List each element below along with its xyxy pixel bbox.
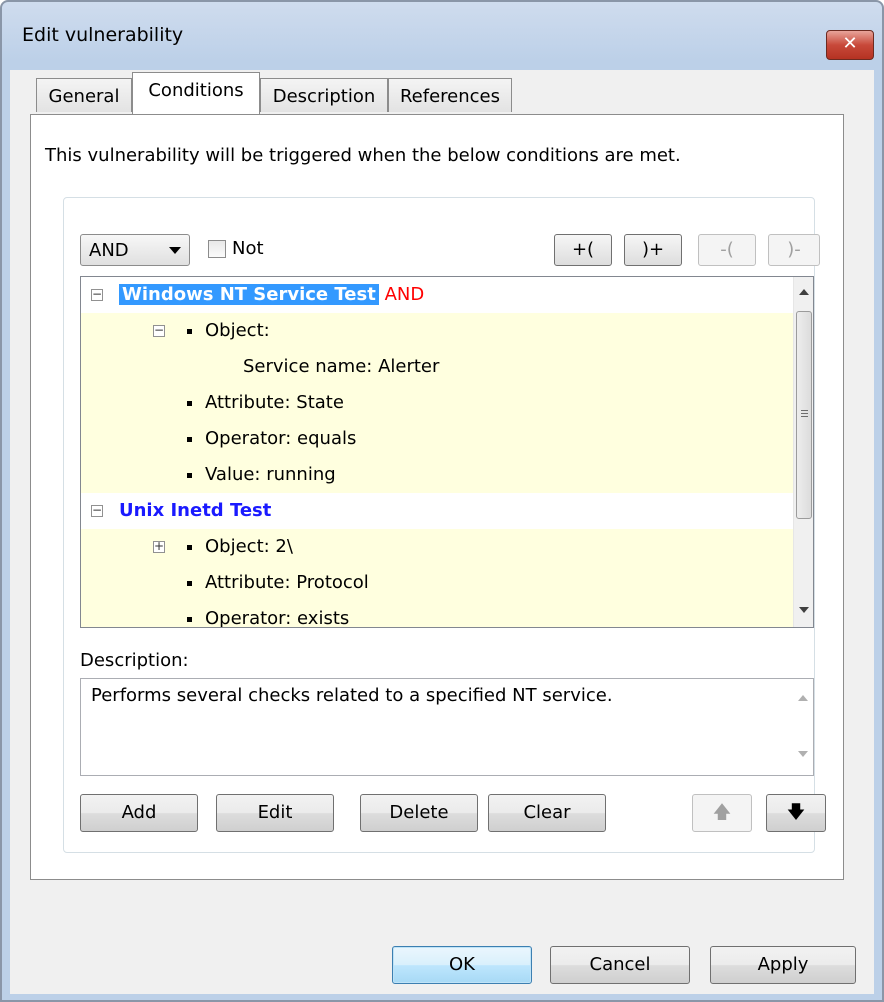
collapse-icon[interactable]: − — [153, 324, 165, 337]
tab-conditions[interactable]: Conditions — [132, 72, 260, 114]
scroll-up-icon[interactable] — [798, 695, 808, 701]
add-button[interactable]: Add — [80, 794, 198, 832]
collapse-icon[interactable]: − — [91, 504, 103, 517]
operator-combo-value: AND — [89, 240, 129, 261]
tree-group-row[interactable]: − Unix Inetd Test — [81, 493, 793, 529]
expand-icon[interactable]: + — [153, 540, 165, 553]
collapse-icon[interactable]: − — [91, 288, 103, 301]
remove-close-paren-button[interactable]: )- — [768, 234, 820, 266]
move-up-button[interactable]: 🡅 — [692, 794, 752, 832]
arrow-down-icon: 🡇 — [786, 802, 806, 823]
scroll-down-icon[interactable] — [798, 751, 808, 757]
tree-row[interactable]: Attribute: State — [81, 385, 793, 421]
tree-row[interactable]: Operator: exists — [81, 601, 793, 628]
scrollbar-thumb[interactable] — [796, 311, 812, 519]
edit-vulnerability-window: Edit vulnerability ✕ General Conditions … — [0, 0, 884, 1002]
tree-row[interactable]: Attribute: Protocol — [81, 565, 793, 601]
ok-button[interactable]: OK — [392, 946, 532, 984]
move-down-button[interactable]: 🡇 — [766, 794, 826, 832]
tree-row[interactable]: Service name: Alerter — [81, 349, 793, 385]
clear-button[interactable]: Clear — [488, 794, 606, 832]
tree-row[interactable]: Operator: equals — [81, 421, 793, 457]
tree-item-label: Value: running — [205, 464, 336, 485]
tree-item-label: Operator: equals — [205, 428, 357, 449]
tree-item-label: Object: — [205, 320, 270, 341]
description-label: Description: — [80, 650, 189, 671]
bullet-icon — [187, 329, 192, 334]
close-button[interactable]: ✕ — [826, 30, 874, 60]
conditions-panel: This vulnerability will be triggered whe… — [30, 114, 844, 880]
group-joiner: AND — [384, 284, 425, 305]
cancel-button[interactable]: Cancel — [550, 946, 690, 984]
conditions-tree[interactable]: − Windows NT Service Test AND − Object: … — [80, 276, 814, 628]
apply-button[interactable]: Apply — [710, 946, 856, 984]
tree-row[interactable]: + Object: 2\ — [81, 529, 793, 565]
intro-text: This vulnerability will be triggered whe… — [45, 145, 681, 166]
bullet-icon — [187, 473, 192, 478]
group-title: Unix Inetd Test — [119, 500, 272, 521]
tree-item-label: Service name: Alerter — [243, 356, 440, 377]
bullet-icon — [187, 617, 192, 622]
tree-row[interactable]: Value: running — [81, 457, 793, 493]
conditions-group: AND Not +( )+ -( )- − Windows NT Service… — [63, 197, 826, 853]
edit-button[interactable]: Edit — [216, 794, 334, 832]
tree-item-label: Operator: exists — [205, 608, 350, 628]
grip-line — [801, 416, 808, 417]
remove-open-paren-button[interactable]: -( — [698, 234, 756, 266]
add-close-paren-button[interactable]: )+ — [624, 234, 682, 266]
tree-item-label: Object: 2\ — [205, 536, 293, 557]
arrow-up-icon: 🡅 — [712, 802, 732, 823]
chevron-down-icon — [169, 247, 181, 254]
tree-row[interactable]: − Object: — [81, 313, 793, 349]
operator-combo[interactable]: AND — [80, 234, 190, 266]
tree-item-label: Attribute: State — [205, 392, 344, 413]
title-bar: Edit vulnerability ✕ — [2, 2, 882, 70]
scroll-down-icon[interactable] — [799, 607, 809, 613]
scroll-up-icon[interactable] — [799, 289, 809, 295]
tree-item-label: Attribute: Protocol — [205, 572, 369, 593]
tab-references[interactable]: References — [388, 78, 512, 112]
description-text: Performs several checks related to a spe… — [91, 685, 613, 706]
grip-line — [801, 413, 808, 414]
delete-button[interactable]: Delete — [360, 794, 478, 832]
bullet-icon — [187, 437, 192, 442]
not-checkbox-label: Not — [232, 238, 264, 259]
tab-description[interactable]: Description — [260, 78, 388, 112]
tree-group-row[interactable]: − Windows NT Service Test AND — [81, 277, 793, 313]
description-scrollbar[interactable] — [793, 679, 813, 775]
bullet-icon — [187, 545, 192, 550]
tree-scrollbar[interactable] — [793, 277, 813, 627]
description-box[interactable]: Performs several checks related to a spe… — [80, 678, 814, 776]
add-open-paren-button[interactable]: +( — [554, 234, 612, 266]
not-checkbox[interactable] — [208, 240, 226, 258]
bullet-icon — [187, 581, 192, 586]
window-title: Edit vulnerability — [22, 24, 184, 46]
group-title: Windows NT Service Test — [119, 284, 379, 305]
grip-line — [801, 410, 808, 411]
tab-general[interactable]: General — [36, 78, 132, 112]
dialog-client-area: General Conditions Description Reference… — [10, 70, 874, 994]
bullet-icon — [187, 401, 192, 406]
